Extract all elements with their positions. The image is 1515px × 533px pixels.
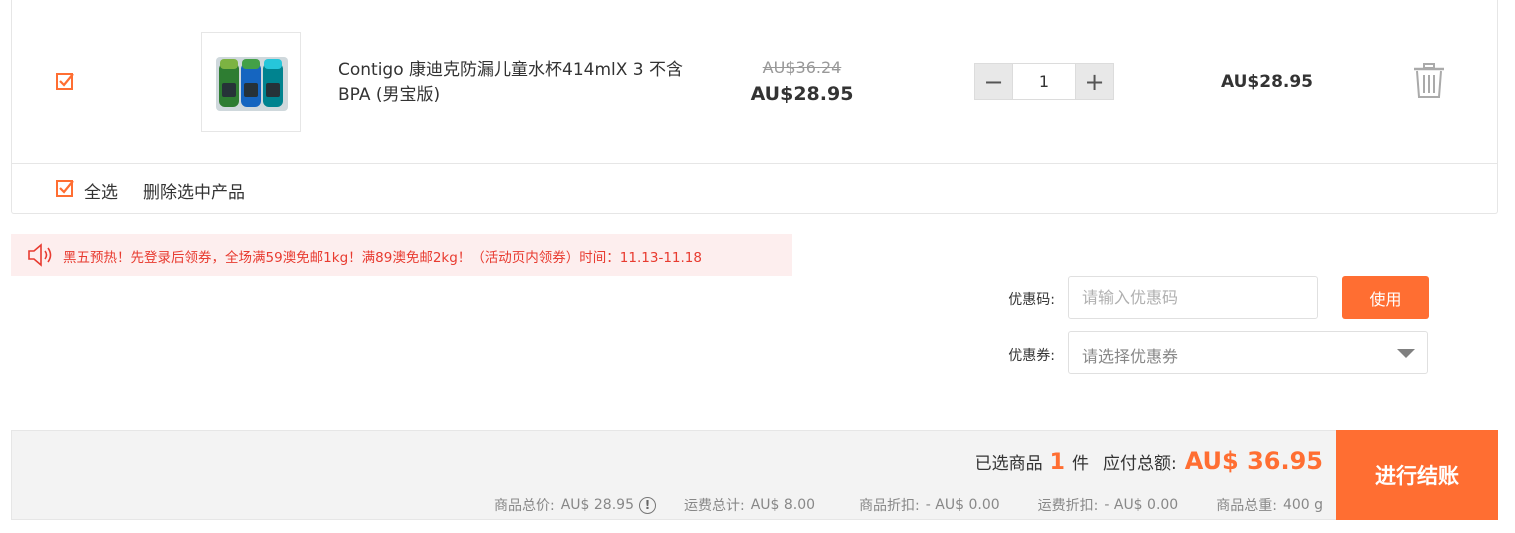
shipping-value: AU$ 8.00 [750,497,816,513]
selected-count: 1 [1049,450,1065,475]
cart-box: Contigo 康迪克防漏儿童水杯414mlX 3 不含BPA (男宝版) AU… [11,0,1498,214]
discount-value: - AU$ 0.00 [925,497,1000,513]
coupon-select-value: 请选择优惠券 [1082,347,1179,366]
weight-label: 商品总重: [1216,498,1277,514]
goods-total-value: AU$ 28.95 [560,497,634,513]
notice-text: 黑五预热！先登录后领券，全场满59澳免邮1kg！满89澳免邮2kg！（活动页内领… [63,250,702,266]
delete-item-button[interactable] [1412,63,1446,99]
product-image[interactable] [201,32,301,132]
selected-suffix: 件 [1071,454,1089,474]
original-price: AU$36.24 [762,58,842,77]
chevron-down-icon [1397,349,1415,358]
select-all-label[interactable]: 全选 [84,178,118,203]
promo-code-label: 优惠码: [1008,292,1055,308]
promo-code-input[interactable] [1068,276,1318,319]
discount-label: 商品折扣: [859,498,920,514]
checkbox-checked-icon [56,73,74,90]
quantity-input[interactable]: 1 [1012,64,1076,99]
select-all-checkbox[interactable] [56,179,74,197]
summary-detail-line: 商品总价: AU$ 28.95 ! 运费总计: AU$ 8.00 商品折扣: -… [494,495,1323,515]
increase-quantity-button[interactable]: + [1076,64,1113,99]
order-summary-bar: 已选商品 1 件 应付总额: AU$ 36.95 商品总价: AU$ 28.95… [11,430,1336,520]
total-label: 应付总额: [1102,454,1177,474]
weight-value: 400 g [1282,497,1323,513]
info-icon[interactable]: ! [638,496,656,514]
quantity-stepper: − 1 + [974,63,1114,100]
coupon-select[interactable]: 请选择优惠券 [1068,331,1428,374]
selected-prefix: 已选商品 [974,454,1043,474]
total-value: AU$ 36.95 [1184,447,1323,475]
item-subtotal: AU$28.95 [1220,72,1314,92]
checkbox-checked-icon [56,180,74,197]
water-bottles-product-image [216,57,288,111]
coupon-label: 优惠券: [1008,348,1055,364]
delete-selected-link[interactable]: 删除选中产品 [143,178,245,203]
trash-icon [1414,63,1444,98]
apply-code-button[interactable]: 使用 [1342,276,1429,319]
decrease-quantity-button[interactable]: − [975,64,1012,99]
shipping-discount-value: - AU$ 0.00 [1104,497,1179,513]
goods-total-label: 商品总价: [494,498,555,514]
checkout-button[interactable]: 进行结账 [1336,430,1498,520]
speaker-icon [28,243,52,267]
cart-item-row: Contigo 康迪克防漏儿童水杯414mlX 3 不含BPA (男宝版) AU… [12,0,1497,164]
promo-notice-banner: 黑五预热！先登录后领券，全场满59澳免邮1kg！满89澳免邮2kg！（活动页内领… [11,234,792,276]
shipping-discount-label: 运费折扣: [1037,498,1099,514]
item-checkbox[interactable] [56,72,74,90]
summary-total-line: 已选商品 1 件 应付总额: AU$ 36.95 [975,447,1323,475]
product-name[interactable]: Contigo 康迪克防漏儿童水杯414mlX 3 不含BPA (男宝版) [338,58,708,108]
shipping-label: 运费总计: [683,498,745,514]
current-price: AU$28.95 [750,83,854,105]
